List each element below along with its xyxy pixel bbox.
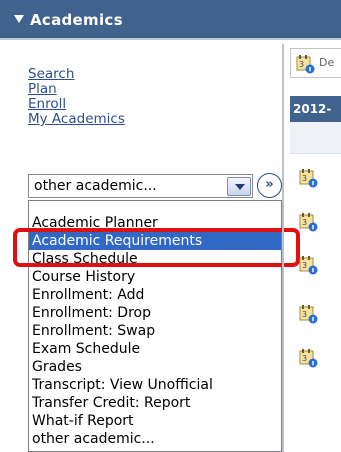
svg-text:3: 3 [302, 218, 307, 227]
option-transcript-view-unofficial[interactable]: Transcript: View Unofficial [29, 376, 281, 394]
option-course-history[interactable]: Course History [29, 268, 281, 286]
svg-text:3: 3 [302, 310, 307, 319]
term-header: 2012- [290, 96, 341, 122]
section-title: Academics [30, 11, 123, 29]
option-enrollment-drop[interactable]: Enrollment: Drop [29, 304, 281, 322]
calendar-info-icon[interactable]: 3 [298, 348, 318, 368]
right-panel: 3 De 2012- 3 3 3 3 3 [284, 44, 341, 452]
option-other-academic[interactable]: other academic... [29, 430, 281, 448]
svg-text:3: 3 [302, 261, 307, 270]
calendar-info-icon[interactable]: 3 [298, 212, 318, 232]
nav-link-my-academics[interactable]: My Academics [28, 112, 125, 127]
deadlines-button[interactable]: 3 De [290, 48, 341, 78]
nav-link-enroll[interactable]: Enroll [28, 97, 125, 112]
svg-text:3: 3 [302, 354, 307, 363]
chevron-down-icon[interactable] [227, 177, 251, 196]
academics-nav: Search Plan Enroll My Academics [28, 67, 125, 127]
option-transfer-credit-report[interactable]: Transfer Credit: Report [29, 394, 281, 412]
deadlines-label: De [319, 56, 335, 69]
option-enrollment-add[interactable]: Enrollment: Add [29, 286, 281, 304]
calendar-info-icon: 3 [296, 55, 315, 74]
option-exam-schedule[interactable]: Exam Schedule [29, 340, 281, 358]
calendar-info-icon[interactable]: 3 [298, 168, 318, 188]
option-grades[interactable]: Grades [29, 358, 281, 376]
nav-link-plan[interactable]: Plan [28, 82, 125, 97]
select-value: other academic... [34, 178, 157, 194]
collapse-triangle-icon[interactable] [14, 15, 24, 23]
svg-text:3: 3 [302, 174, 307, 183]
go-button[interactable]: » [257, 173, 282, 198]
calendar-info-icon[interactable]: 3 [298, 304, 318, 324]
nav-link-search[interactable]: Search [28, 67, 125, 82]
table-row [290, 122, 341, 154]
option-enrollment-swap[interactable]: Enrollment: Swap [29, 322, 281, 340]
academics-header: Academics [0, 0, 341, 40]
calendar-info-icon[interactable]: 3 [298, 255, 318, 275]
highlight-annotation [13, 228, 300, 267]
svg-text:3: 3 [299, 60, 304, 69]
other-academic-select[interactable]: other academic... [28, 174, 253, 198]
option-what-if-report[interactable]: What-if Report [29, 412, 281, 430]
